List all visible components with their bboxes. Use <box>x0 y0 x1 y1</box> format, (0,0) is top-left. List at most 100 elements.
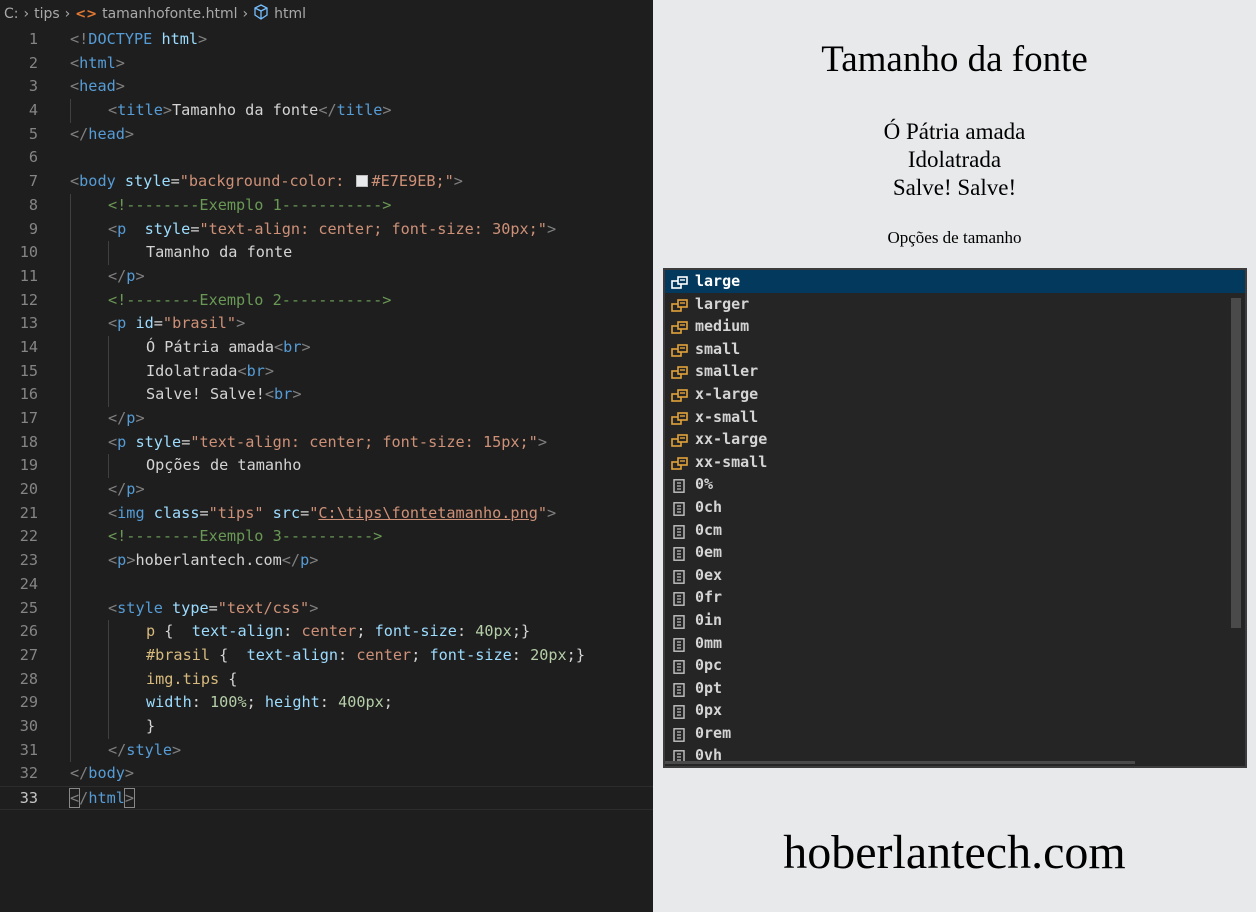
html-file-icon: <> <box>75 6 98 22</box>
keyword-icon <box>671 297 689 312</box>
line-number: 27 <box>19 645 38 664</box>
suggestion-label: 0px <box>695 701 723 720</box>
unit-icon <box>671 636 689 652</box>
code-line: 15 Idolatrada<br> <box>0 359 653 384</box>
line-number: 9 <box>28 219 38 238</box>
code-line: 3 <head> <box>0 75 653 99</box>
suggestion-item: x-small <box>665 406 1245 429</box>
code-line: 23 <p>hoberlantech.com</p> <box>0 549 653 573</box>
code-line: 10 Tamanho da fonte <box>0 241 653 265</box>
suggestion-label: 0rem <box>695 723 732 742</box>
code-line: 20 </p> <box>0 478 653 502</box>
suggestion-label: small <box>695 339 741 358</box>
line-number: 2 <box>28 53 38 72</box>
suggestion-item: 0pc <box>665 654 1245 677</box>
code-line: 13 <p id="brasil"> <box>0 312 653 336</box>
chevron-right-icon: › <box>64 6 71 22</box>
code-line: 5 </head> <box>0 123 653 147</box>
code-line: 24 <box>0 572 653 597</box>
code-area[interactable]: 1 <!DOCTYPE html> 2 <html> 3 <head> 4 <title… <box>0 28 653 810</box>
keyword-icon <box>671 342 689 357</box>
line-number: 33 <box>19 789 38 807</box>
code-line: 1 <!DOCTYPE html> <box>0 28 653 52</box>
line-number: 25 <box>19 598 38 617</box>
color-swatch[interactable] <box>355 175 368 188</box>
line-number: 15 <box>19 361 38 380</box>
line-number: 21 <box>19 503 38 522</box>
suggestion-item: xx-small <box>665 451 1245 474</box>
line-number: 11 <box>19 266 38 285</box>
unit-icon <box>671 500 689 516</box>
suggestion-label: x-large <box>695 384 759 403</box>
suggestion-label: 0ex <box>695 565 723 584</box>
line-number: 10 <box>19 243 38 262</box>
code-line: 21 <img class="tips" src="C:\tips\fonteta… <box>0 501 653 526</box>
line-number: 22 <box>19 527 38 546</box>
breadcrumb-folder[interactable]: tips <box>34 6 60 22</box>
line-number: 30 <box>19 716 38 735</box>
line-number: 17 <box>19 409 38 427</box>
suggestion-item: 0px <box>665 699 1245 722</box>
code-line: 2 <html> <box>0 52 653 76</box>
suggestion-item: large <box>665 270 1245 293</box>
suggestion-label: 0pt <box>695 678 723 697</box>
line-number: 1 <box>28 30 38 48</box>
line-number: 6 <box>28 148 38 167</box>
code-editor[interactable]: C: › tips › <> tamanhofonte.html › html … <box>0 0 653 912</box>
unit-icon <box>671 477 689 494</box>
unit-icon <box>671 703 689 720</box>
code-line: 19 Opções de tamanho <box>0 454 653 479</box>
preview-site: hoberlantech.com <box>783 826 1126 879</box>
suggestion-item: 0fr <box>665 586 1245 609</box>
line-number: 18 <box>19 432 38 451</box>
code-line: 17 </p> <box>0 407 653 431</box>
suggestion-label: 0in <box>695 610 723 629</box>
suggestion-label: 0em <box>695 543 723 562</box>
code-line-active[interactable]: 33 </html> <box>0 786 653 810</box>
line-number: 26 <box>19 622 38 641</box>
code-line: 4 <title>Tamanho da fonte</title> <box>0 99 653 123</box>
suggestion-label: x-small <box>695 407 759 426</box>
line-number: 28 <box>19 669 38 688</box>
suggestion-item: 0em <box>665 541 1245 564</box>
code-line: 18 <p style="text-align: center; font-siz… <box>0 430 653 455</box>
code-line: 25 <style type="text/css"> <box>0 596 653 621</box>
line-number: 13 <box>19 314 38 333</box>
suggestion-item: medium <box>665 315 1245 338</box>
line-number: 31 <box>19 740 38 759</box>
line-number: 24 <box>19 574 38 593</box>
code-line: 16 Salve! Salve!<br> <box>0 383 653 407</box>
horizontal-scrollbar <box>665 761 1135 764</box>
line-number: 14 <box>19 337 38 356</box>
breadcrumb-node[interactable]: html <box>253 4 306 24</box>
breadcrumb: C: › tips › <> tamanhofonte.html › html <box>0 0 653 28</box>
suggestion-item: x-large <box>665 383 1245 406</box>
keyword-icon <box>671 410 689 425</box>
unit-icon <box>671 658 689 674</box>
breadcrumb-drive[interactable]: C: <box>4 6 19 22</box>
keyword-icon <box>671 455 689 470</box>
browser-preview: Tamanho da fonte Ó Pátria amada Idolatra… <box>653 0 1256 912</box>
code-line: 6 <box>0 146 653 170</box>
suggestion-label: 0fr <box>695 588 723 607</box>
line-number: 29 <box>19 693 38 712</box>
code-line: 22 <!--------Exemplo 3----------> <box>0 525 653 550</box>
suggestion-label: medium <box>695 317 750 336</box>
preview-anthem: Ó Pátria amada Idolatrada Salve! Salve! <box>883 119 1026 200</box>
keyword-icon <box>671 274 689 289</box>
keyword-icon <box>671 364 689 380</box>
keyword-icon <box>671 387 689 402</box>
scrollbar <box>1231 298 1241 628</box>
line-number: 4 <box>28 101 38 120</box>
suggestion-item: xx-large <box>665 428 1245 451</box>
code-line: 8 <!--------Exemplo 1-----------> <box>0 193 653 218</box>
code-line: 31 </style> <box>0 738 653 763</box>
breadcrumb-file[interactable]: <> tamanhofonte.html <box>75 6 237 22</box>
suggestion-label: smaller <box>695 362 759 381</box>
keyword-icon <box>671 319 689 334</box>
code-line: 32 </body> <box>0 762 653 786</box>
suggestion-label: xx-small <box>695 452 768 471</box>
src-link[interactable]: C:\tips\fontetamanho.png <box>318 504 537 522</box>
line-number: 8 <box>28 195 38 214</box>
chevron-right-icon: › <box>23 6 30 22</box>
